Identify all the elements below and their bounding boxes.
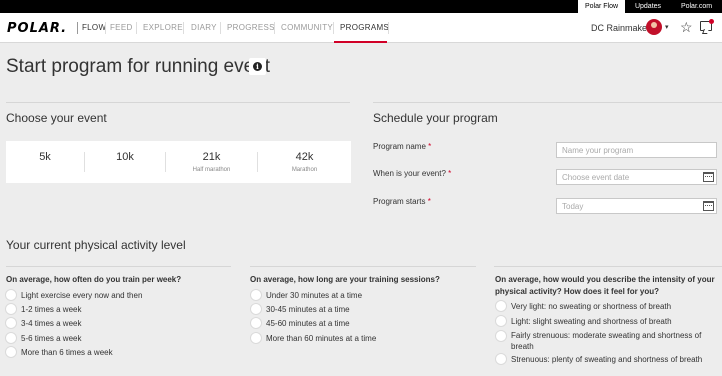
avatar[interactable] [646, 19, 662, 35]
program-name-label: Program name * [373, 142, 431, 151]
duration-radio[interactable] [250, 317, 262, 329]
field-label: Program starts [373, 197, 426, 206]
frequency-radio[interactable] [5, 317, 17, 329]
duration-option[interactable]: More than 60 minutes at a time [266, 333, 376, 344]
field-label: When is your event? [373, 169, 446, 178]
event-value: 21k [202, 151, 221, 163]
calendar-icon[interactable] [703, 201, 714, 211]
question-duration: On average, how long are your training s… [250, 275, 440, 284]
divider [6, 266, 231, 267]
nav-divider [136, 22, 137, 34]
event-date-label: When is your event? * [373, 169, 451, 178]
question-frequency: On average, how often do you train per w… [6, 275, 182, 284]
intensity-option[interactable]: Very light: no sweating or shortness of … [511, 301, 716, 312]
event-value: 10k [116, 151, 134, 163]
notification-dot [709, 19, 714, 24]
program-start-label: Program starts * [373, 197, 431, 206]
nav-diary[interactable]: DIARY [191, 23, 217, 32]
event-value: 5k [39, 151, 51, 163]
polar-logo[interactable]: POLAR. [7, 21, 67, 36]
event-selector: 5k 10k 21k Half marathon 42k Marathon [6, 141, 351, 183]
divider [6, 102, 350, 103]
frequency-option[interactable]: Light exercise every now and then [21, 290, 142, 301]
question-intensity: On average, how would you describe the i… [495, 275, 715, 296]
event-subtitle: Marathon [291, 167, 318, 173]
required-marker: * [428, 142, 432, 151]
event-5k[interactable]: 5k [6, 141, 84, 183]
nav-programs[interactable]: PROGRAMS [340, 23, 389, 32]
duration-option[interactable]: 45-60 minutes at a time [266, 318, 350, 329]
page-title: Start program for running event [6, 56, 271, 77]
intensity-radio[interactable] [495, 315, 507, 327]
frequency-radio[interactable] [5, 332, 17, 344]
program-start-input[interactable] [556, 198, 717, 214]
schedule-title: Schedule your program [373, 111, 498, 125]
frequency-option[interactable]: 1-2 times a week [21, 304, 81, 315]
logo-divider [77, 22, 78, 34]
required-marker: * [448, 169, 452, 178]
duration-radio[interactable] [250, 289, 262, 301]
activity-level-title: Your current physical activity level [6, 238, 186, 252]
intensity-option[interactable]: Fairly strenuous: moderate sweating and … [511, 330, 716, 352]
frequency-option[interactable]: 3-4 times a week [21, 318, 81, 329]
polar-flow-link[interactable]: Polar Flow [578, 0, 625, 13]
event-21k[interactable]: 21k Half marathon [166, 141, 257, 183]
nav-divider [105, 22, 106, 34]
duration-option[interactable]: Under 30 minutes at a time [266, 290, 362, 301]
info-icon: i [253, 62, 262, 71]
top-bar: Polar Flow Updates Polar.com [0, 0, 722, 13]
chevron-down-icon[interactable]: ▾ [665, 23, 669, 31]
nav-flow[interactable]: FLOW [82, 23, 106, 32]
active-nav-indicator [334, 41, 387, 43]
frequency-radio[interactable] [5, 346, 17, 358]
intensity-radio[interactable] [495, 330, 507, 342]
divider [373, 102, 722, 103]
user-name[interactable]: DC Rainmaker [591, 23, 650, 33]
frequency-option[interactable]: More than 6 times a week [21, 347, 113, 358]
calendar-icon[interactable] [703, 172, 714, 182]
nav-feed[interactable]: FEED [110, 23, 133, 32]
event-date-input[interactable] [556, 169, 717, 185]
divider [494, 266, 722, 267]
intensity-radio[interactable] [495, 300, 507, 312]
frequency-option[interactable]: 5-6 times a week [21, 333, 81, 344]
event-10k[interactable]: 10k [85, 141, 165, 183]
intensity-option[interactable]: Strenuous: plenty of sweating and shortn… [511, 354, 716, 365]
event-subtitle: Half marathon [192, 167, 231, 173]
nav-progress[interactable]: PROGRESS [227, 23, 275, 32]
duration-option[interactable]: 30-45 minutes at a time [266, 304, 350, 315]
duration-radio[interactable] [250, 303, 262, 315]
divider [250, 266, 476, 267]
nav-divider [333, 22, 334, 34]
required-marker: * [427, 197, 431, 206]
nav-divider [274, 22, 275, 34]
intensity-option[interactable]: Light: slight sweating and shortness of … [511, 316, 716, 327]
program-name-input[interactable] [556, 142, 717, 158]
polar-com-link[interactable]: Polar.com [671, 0, 722, 13]
updates-link[interactable]: Updates [625, 0, 671, 13]
nav-divider [220, 22, 221, 34]
info-button[interactable]: i [249, 58, 266, 75]
event-value: 42k [295, 151, 314, 163]
nav-explore[interactable]: EXPLORE [143, 23, 183, 32]
nav-community[interactable]: COMMUNITY [281, 23, 333, 32]
intensity-radio[interactable] [495, 353, 507, 365]
star-icon[interactable]: ☆ [680, 19, 693, 36]
nav-divider [183, 22, 184, 34]
duration-radio[interactable] [250, 332, 262, 344]
choose-event-title: Choose your event [6, 111, 107, 125]
main-nav: POLAR. FLOW FEED EXPLORE DIARY PROGRESS … [0, 13, 722, 43]
event-42k[interactable]: 42k Marathon [258, 141, 351, 183]
frequency-radio[interactable] [5, 303, 17, 315]
field-label: Program name [373, 142, 426, 151]
nav-divider [388, 22, 389, 34]
frequency-radio[interactable] [5, 289, 17, 301]
